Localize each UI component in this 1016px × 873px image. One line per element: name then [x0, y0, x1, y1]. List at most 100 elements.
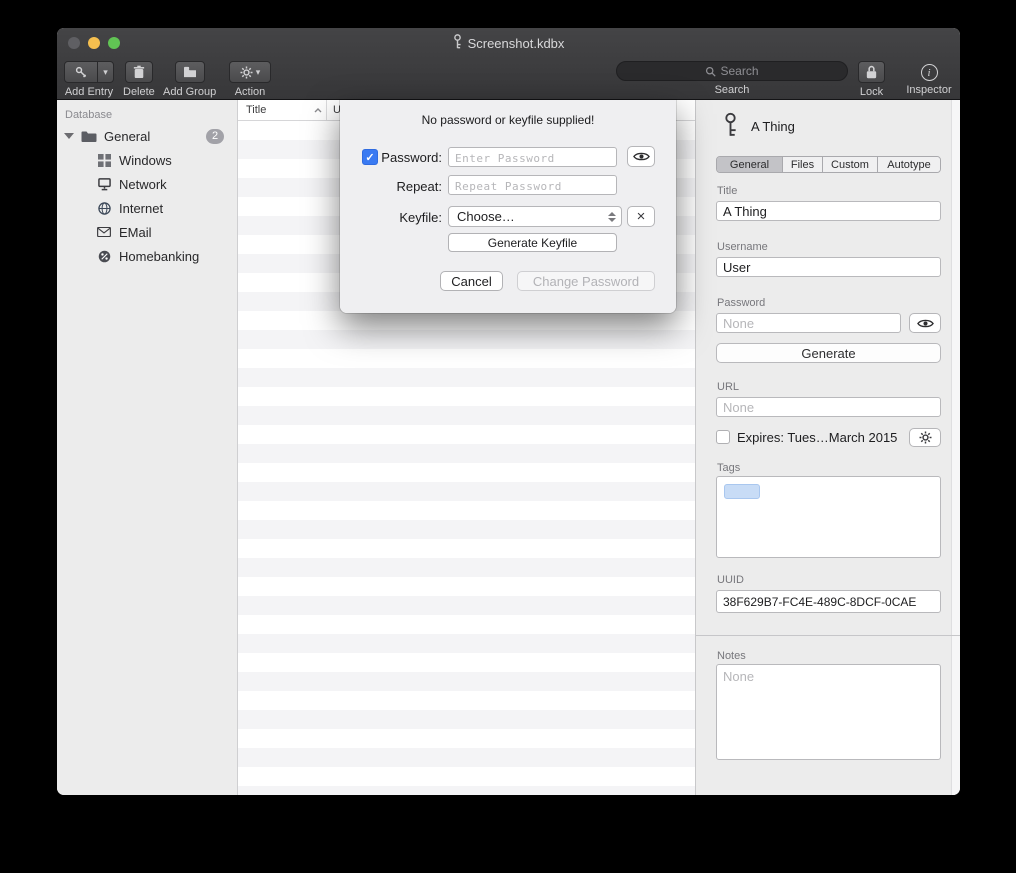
sheet-message: No password or keyfile supplied! [340, 113, 676, 127]
sidebar-item-email[interactable]: EMail [57, 220, 237, 244]
sidebar-item-label: EMail [119, 225, 152, 240]
search-label: Search [715, 84, 750, 96]
globe-icon [96, 202, 112, 215]
change-password-sheet: No password or keyfile supplied! ✓ Passw… [340, 100, 676, 313]
inspector-scrollbar[interactable] [951, 100, 960, 795]
key-icon [723, 112, 738, 141]
action-label: Action [235, 86, 266, 98]
expires-settings-button[interactable] [909, 428, 941, 447]
title-field-label: Title [717, 185, 737, 197]
trash-icon [133, 65, 145, 79]
tab-custom[interactable]: Custom [823, 157, 878, 172]
column-header-title[interactable]: Title [238, 100, 327, 120]
inspector-panel: A Thing General Files Custom Autotype Ti… [695, 100, 960, 795]
sidebar-section-header: Database [65, 109, 237, 121]
close-button[interactable] [68, 37, 80, 49]
notes-field[interactable] [716, 664, 941, 760]
delete-button[interactable] [125, 61, 153, 83]
eye-icon [917, 318, 934, 329]
column-header-username[interactable]: U [327, 104, 341, 116]
info-icon[interactable]: i [921, 64, 938, 81]
chevron-down-icon: ▾ [256, 67, 261, 78]
uuid-field[interactable] [716, 590, 941, 613]
password-field[interactable] [716, 313, 901, 333]
add-group-group: Add Group [163, 61, 216, 98]
sidebar-item-network[interactable]: Network [57, 172, 237, 196]
chevron-down-icon[interactable]: ▾ [98, 62, 113, 82]
column-title-label: Title [246, 104, 266, 116]
disclosure-triangle-icon[interactable] [64, 133, 74, 139]
desktop: Screenshot.kdbx ▾ Add Entry Delete [0, 0, 1016, 873]
clear-keyfile-button[interactable]: × [627, 206, 655, 227]
windows-icon [96, 154, 112, 167]
inspector-toggle-group: i Inspector [901, 61, 957, 96]
add-entry-key-icon [65, 62, 98, 82]
traffic-lights [68, 37, 120, 49]
add-entry-button[interactable]: ▾ [64, 61, 114, 83]
sheet-repeat-label: Repeat: [380, 179, 442, 194]
sheet-password-input[interactable] [448, 147, 617, 167]
keyfile-popup[interactable]: Choose… [448, 206, 622, 227]
password-checkbox[interactable]: ✓ [362, 149, 378, 165]
tab-files[interactable]: Files [783, 157, 823, 172]
lock-label: Lock [860, 86, 883, 98]
document-key-icon [453, 34, 462, 52]
lock-group: Lock [858, 61, 885, 98]
sheet-password-label: Password: [380, 150, 442, 165]
keyfile-popup-value: Choose… [457, 209, 515, 224]
uuid-label: UUID [717, 574, 744, 586]
entry-title: A Thing [751, 119, 795, 134]
tags-label: Tags [717, 462, 740, 474]
sidebar-item-label: Windows [119, 153, 172, 168]
add-group-button[interactable] [175, 61, 205, 83]
window-header: Screenshot.kdbx ▾ Add Entry Delete [57, 28, 960, 100]
delete-label: Delete [123, 86, 155, 98]
tab-autotype[interactable]: Autotype [878, 157, 940, 172]
sidebar-item-windows[interactable]: Windows [57, 148, 237, 172]
generate-keyfile-button[interactable]: Generate Keyfile [448, 233, 617, 252]
sort-ascending-icon [314, 108, 322, 113]
sheet-reveal-password-button[interactable] [627, 146, 655, 167]
entry-header: A Thing [723, 112, 795, 141]
add-group-label: Add Group [163, 86, 216, 98]
tab-general[interactable]: General [717, 157, 783, 172]
folder-icon [81, 130, 97, 143]
action-group: ▾ Action [229, 61, 271, 98]
reveal-password-button[interactable] [909, 313, 941, 333]
username-field-label: Username [717, 241, 768, 253]
sidebar-item-general[interactable]: General 2 [57, 124, 237, 148]
search-group: Search Search [616, 61, 848, 96]
tag-chip[interactable] [724, 484, 760, 499]
cancel-button[interactable]: Cancel [440, 271, 503, 291]
action-button[interactable]: ▾ [229, 61, 271, 83]
envelope-icon [96, 227, 112, 237]
expires-checkbox[interactable] [716, 430, 730, 444]
titlebar: Screenshot.kdbx [57, 28, 960, 58]
add-entry-group: ▾ Add Entry [64, 61, 114, 98]
sidebar-item-internet[interactable]: Internet [57, 196, 237, 220]
title-field[interactable] [716, 201, 941, 221]
tags-field[interactable] [716, 476, 941, 558]
gear-icon [919, 431, 932, 444]
url-field[interactable] [716, 397, 941, 417]
sidebar-item-label: General [104, 129, 150, 144]
username-field[interactable] [716, 257, 941, 277]
window-title: Screenshot.kdbx [468, 36, 565, 51]
generate-password-button[interactable]: Generate [716, 343, 941, 363]
sheet-keyfile-label: Keyfile: [380, 210, 442, 225]
percent-coin-icon [96, 250, 112, 263]
change-password-button[interactable]: Change Password [517, 271, 655, 291]
sidebar-item-homebanking[interactable]: Homebanking [57, 244, 237, 268]
minimize-button[interactable] [88, 37, 100, 49]
app-window: Screenshot.kdbx ▾ Add Entry Delete [57, 28, 960, 795]
divider [696, 635, 960, 636]
lock-button[interactable] [858, 61, 885, 83]
notes-label: Notes [717, 650, 746, 662]
sidebar-item-label: Homebanking [119, 249, 199, 264]
inspector-tabs: General Files Custom Autotype [716, 156, 941, 173]
zoom-button[interactable] [108, 37, 120, 49]
expires-label: Expires: Tues…March 2015 [737, 430, 897, 445]
search-input[interactable]: Search [616, 61, 848, 81]
popup-stepper-icon [608, 212, 616, 222]
sheet-repeat-input[interactable] [448, 175, 617, 195]
